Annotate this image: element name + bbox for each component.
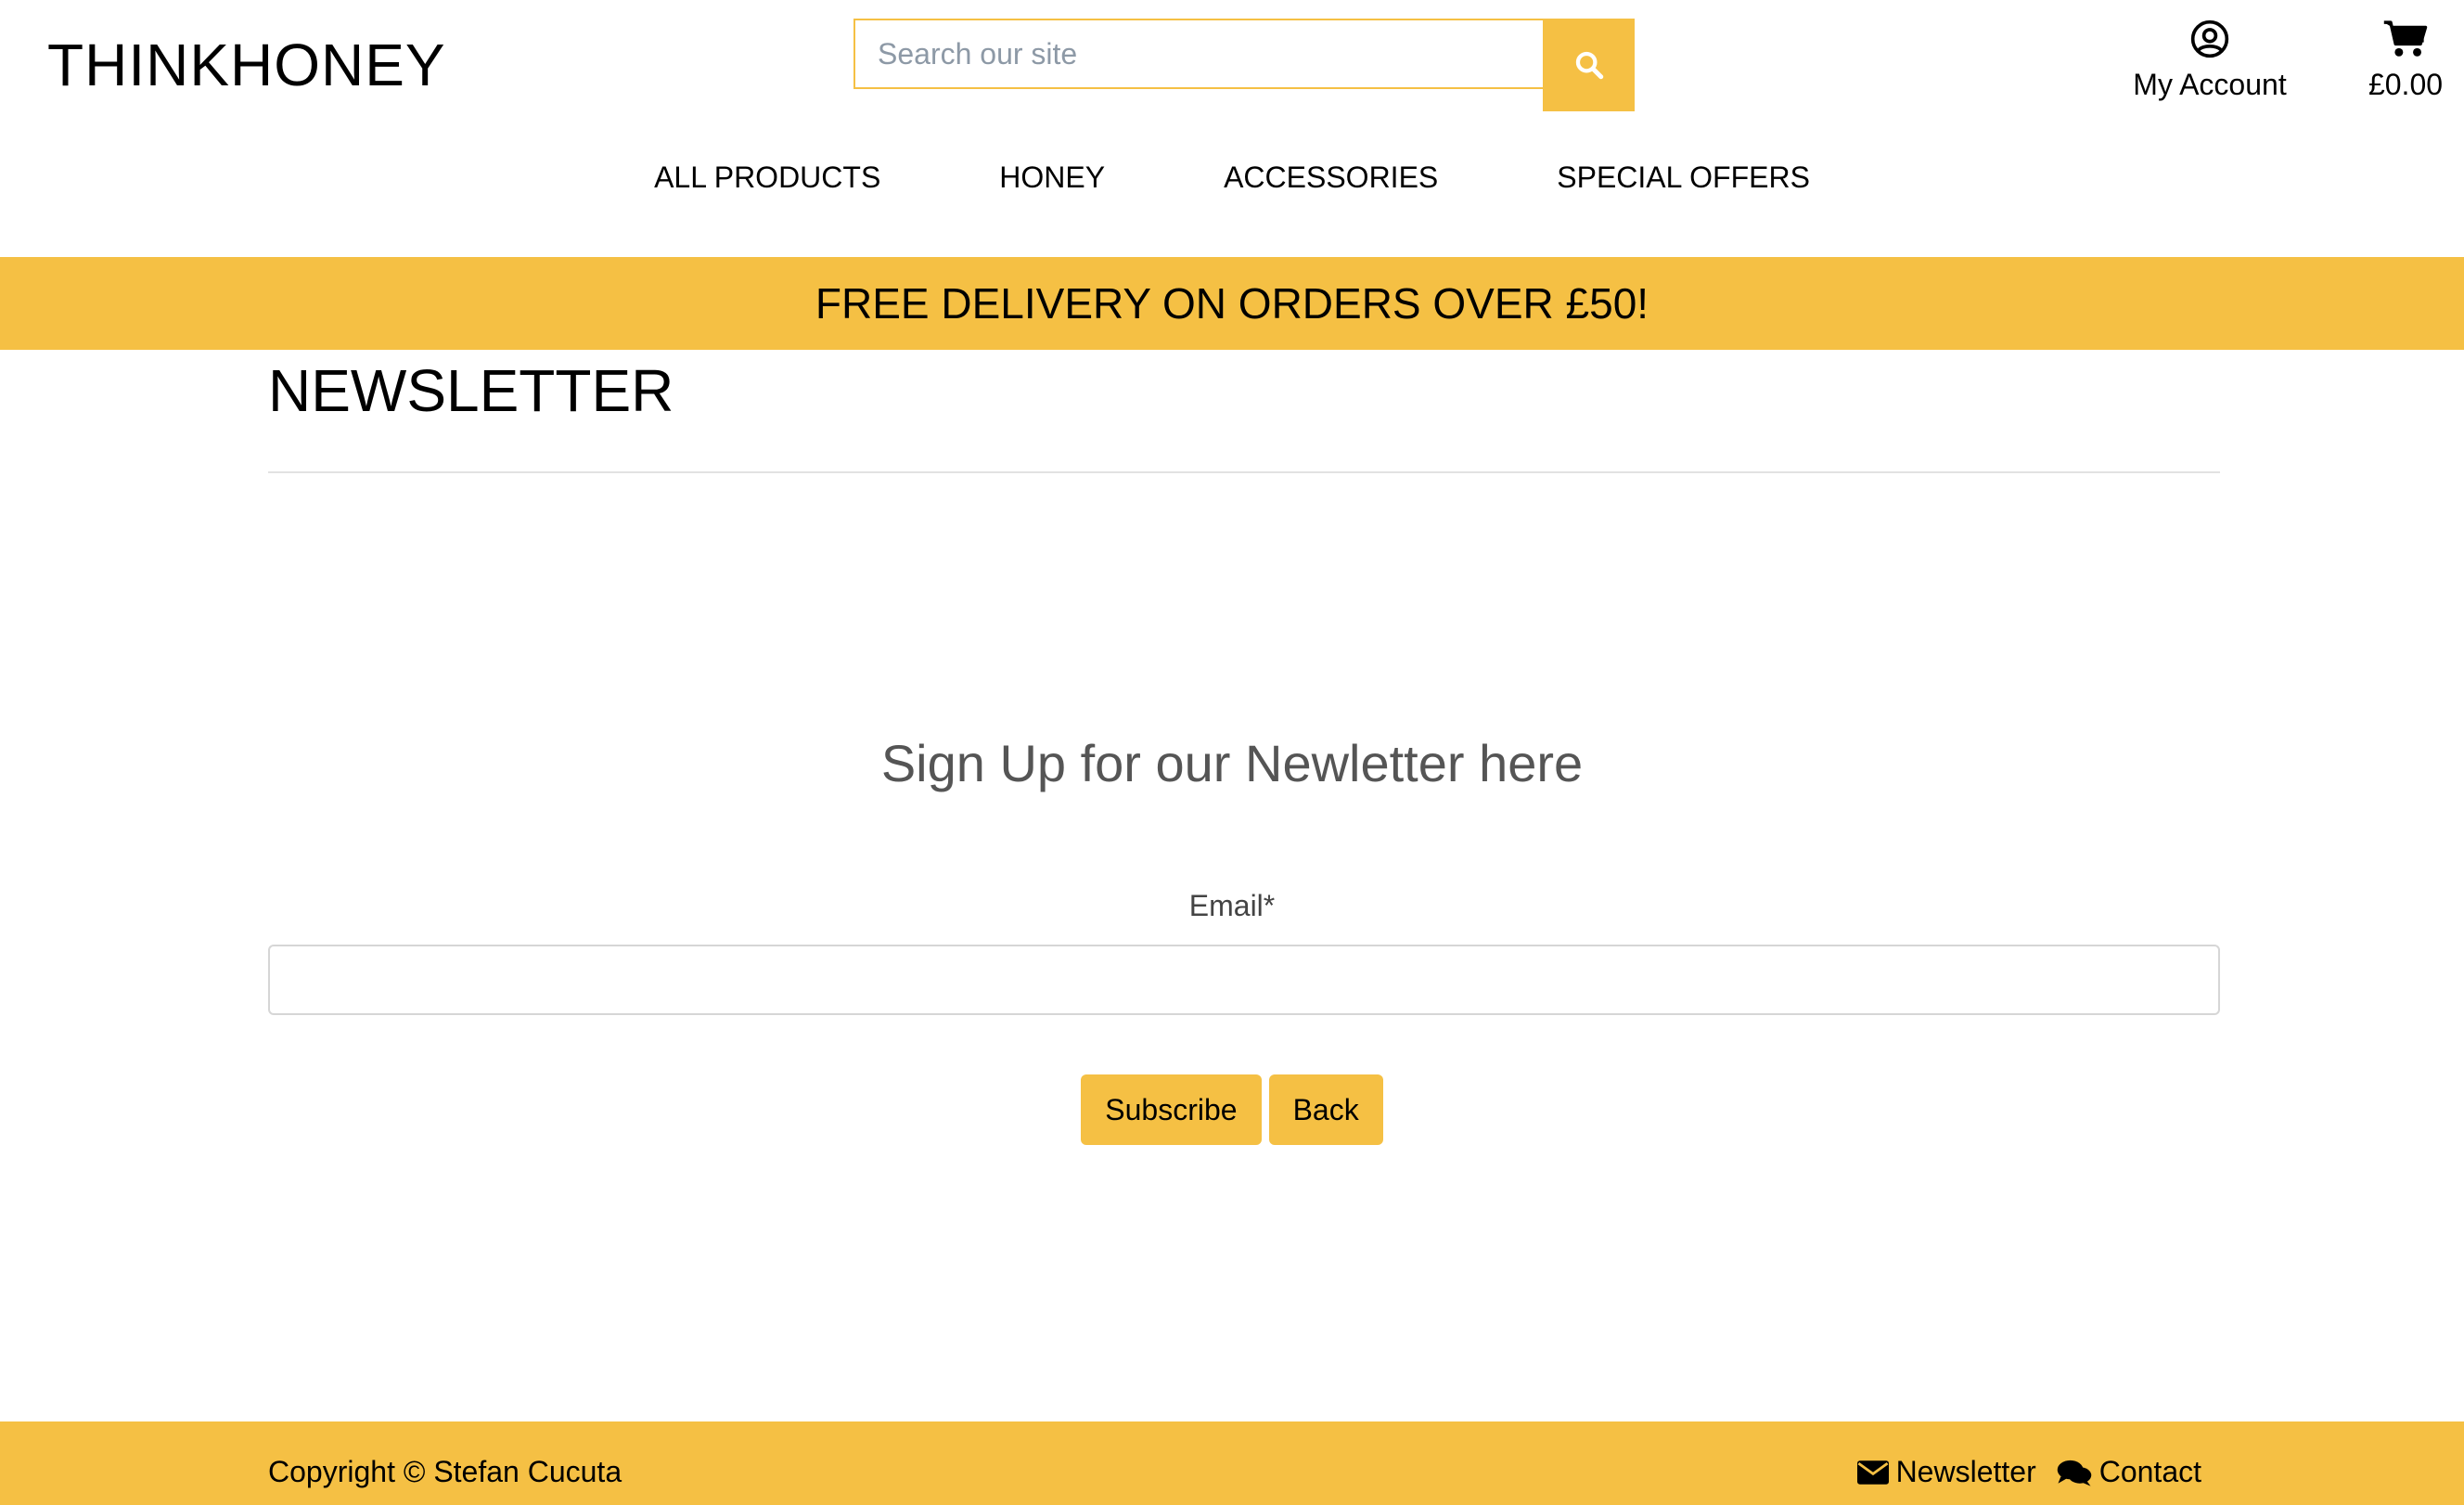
cart-total: £0.00 bbox=[2368, 68, 2444, 101]
promo-banner-text: FREE DELIVERY ON ORDERS OVER £50! bbox=[815, 279, 1649, 328]
email-label: Email* bbox=[1188, 889, 1276, 922]
subscribe-button[interactable]: Subscribe bbox=[1081, 1074, 1262, 1145]
search-input[interactable] bbox=[853, 19, 1543, 89]
form-actions: Subscribe Back bbox=[0, 1074, 2464, 1145]
search-icon bbox=[1575, 51, 1603, 80]
footer: Copyright © Stefan Cucuta Newsletter Con… bbox=[0, 1421, 2464, 1505]
chat-bubbles-icon bbox=[2057, 1460, 2091, 1486]
copyright-text: Copyright © Stefan Cucuta bbox=[268, 1455, 622, 1488]
search-form bbox=[853, 19, 1635, 111]
my-account-label: My Account bbox=[2133, 68, 2287, 101]
back-button[interactable]: Back bbox=[1268, 1074, 1383, 1145]
newsletter-heading: Sign Up for our Newletter here bbox=[880, 734, 1584, 792]
nav-all-products[interactable]: ALL PRODUCTS bbox=[595, 156, 940, 199]
page-title: NEWSLETTER bbox=[268, 357, 674, 424]
nav-accessories[interactable]: ACCESSORIES bbox=[1164, 156, 1497, 199]
shopping-cart-icon bbox=[2383, 20, 2428, 57]
nav-honey[interactable]: HONEY bbox=[940, 156, 1164, 199]
footer-newsletter-label: Newsletter bbox=[1895, 1455, 2036, 1488]
user-circle-icon bbox=[2190, 19, 2229, 58]
promo-banner: FREE DELIVERY ON ORDERS OVER £50! bbox=[0, 257, 2464, 350]
footer-contact-link[interactable]: Contact bbox=[2057, 1455, 2201, 1489]
my-account-link[interactable]: My Account bbox=[2117, 19, 2303, 102]
footer-links: Newsletter Contact bbox=[1856, 1455, 2201, 1489]
footer-newsletter-link[interactable]: Newsletter bbox=[1856, 1455, 2036, 1489]
main-nav: ALL PRODUCTS HONEY ACCESSORIES SPECIAL O… bbox=[0, 156, 2464, 199]
title-divider bbox=[268, 471, 2220, 473]
brand-logo[interactable]: THINKHONEY bbox=[47, 28, 446, 102]
email-field[interactable] bbox=[268, 945, 2220, 1015]
nav-special-offers[interactable]: SPECIAL OFFERS bbox=[1497, 156, 1869, 199]
footer-contact-label: Contact bbox=[2098, 1455, 2201, 1488]
envelope-icon bbox=[1856, 1460, 1889, 1485]
cart-link[interactable]: £0.00 bbox=[2355, 19, 2457, 102]
search-button[interactable] bbox=[1543, 19, 1635, 111]
